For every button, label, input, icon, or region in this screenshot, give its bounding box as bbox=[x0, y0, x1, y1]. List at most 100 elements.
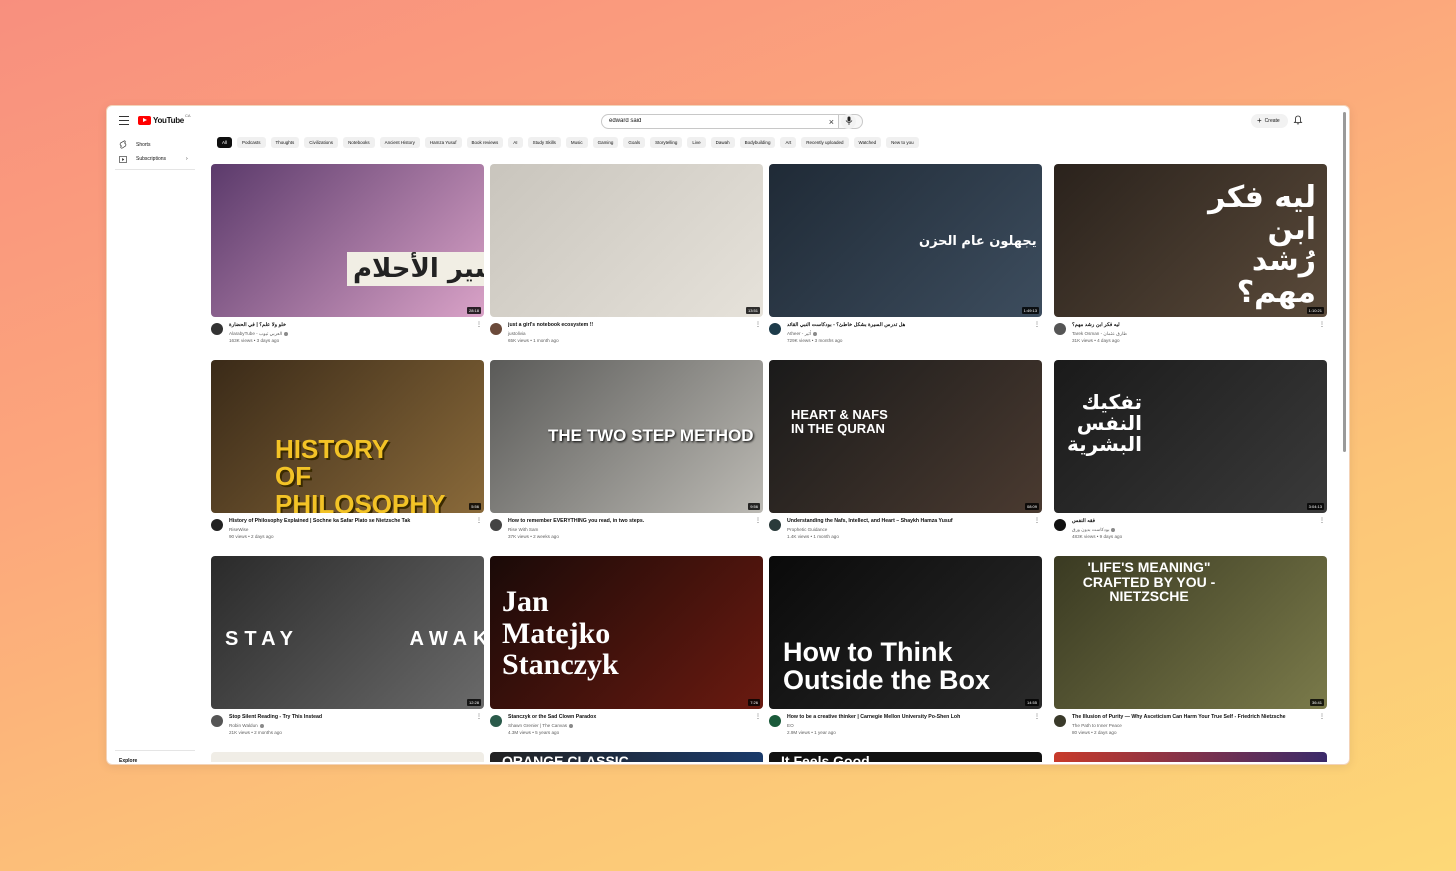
page-scrollbar[interactable] bbox=[1343, 112, 1346, 452]
video-card[interactable]: HISTORY OF PHILOSOPHY 5:56 History of Phil… bbox=[211, 360, 484, 549]
channel-avatar[interactable] bbox=[769, 715, 781, 727]
search-box[interactable]: × bbox=[601, 114, 839, 129]
filter-chip[interactable]: Bodybuilding bbox=[739, 137, 776, 148]
filter-chip[interactable]: Gaming bbox=[592, 137, 619, 148]
video-thumbnail[interactable]: 13:51 bbox=[490, 164, 763, 317]
video-title[interactable]: هل تدرس السيرة بشكل خاطئ؟ - بودكاست النب… bbox=[787, 322, 1032, 328]
video-thumbnail[interactable]: HEART & NAFS IN THE QURAN 08:09 bbox=[769, 360, 1042, 513]
filter-chip[interactable]: Music bbox=[565, 137, 588, 148]
video-card[interactable]: STAY AWAKE 12:28 Stop Silent Reading - Try… bbox=[211, 556, 484, 745]
more-options-icon[interactable]: ⋮ bbox=[755, 518, 761, 524]
filter-chip[interactable]: Recently uploaded bbox=[801, 137, 849, 148]
video-card[interactable]: THE TWO STEP METHOD 9:56 How to remember E… bbox=[490, 360, 763, 549]
more-options-icon[interactable]: ⋮ bbox=[755, 322, 761, 328]
channel-avatar[interactable] bbox=[211, 519, 223, 531]
more-options-icon[interactable]: ⋮ bbox=[476, 714, 482, 720]
create-button[interactable]: + Create bbox=[1251, 114, 1288, 128]
more-options-icon[interactable]: ⋮ bbox=[1034, 518, 1040, 524]
video-card[interactable]: ليه فكر ابن رُشد مهم؟ 1:10:21 ليه فكر ابن … bbox=[1054, 164, 1327, 353]
filter-chip[interactable]: Civilizations bbox=[304, 137, 339, 148]
more-options-icon[interactable]: ⋮ bbox=[1319, 518, 1325, 524]
video-title[interactable]: خلو ولا علم؟ | في الحضارة bbox=[229, 322, 474, 328]
video-card[interactable]: تفسير الأحلام 28:18 خلو ولا علم؟ | في الحض… bbox=[211, 164, 484, 353]
video-thumbnail-partial[interactable]: It Feels Good bbox=[769, 752, 1042, 762]
filter-chip[interactable]: New to you bbox=[886, 137, 919, 148]
channel-avatar[interactable] bbox=[1054, 323, 1066, 335]
filter-chip[interactable]: Book reviews bbox=[466, 137, 504, 148]
video-card[interactable]: 'LIFE'S MEANING" CRAFTED BY YOU - NIETZS… bbox=[1054, 556, 1327, 745]
channel-name[interactable]: AlarabyTube - العربي تيوب bbox=[229, 331, 289, 337]
filter-chip[interactable]: Podcasts bbox=[237, 137, 266, 148]
hamburger-menu-icon[interactable] bbox=[119, 116, 129, 125]
filter-chip[interactable]: AI bbox=[508, 137, 523, 148]
filter-chip[interactable]: Watched bbox=[853, 137, 882, 148]
filter-chip[interactable]: Study Skills bbox=[527, 137, 561, 148]
notifications-bell-icon[interactable] bbox=[1293, 115, 1303, 125]
channel-name[interactable]: Shawn Grenier | The Canvas bbox=[508, 723, 574, 728]
video-title[interactable]: The Illusion of Purity — Why Asceticism … bbox=[1072, 714, 1317, 720]
video-thumbnail[interactable]: Jan Matejko Stanczyk 7:26 bbox=[490, 556, 763, 709]
video-card[interactable]: HEART & NAFS IN THE QURAN 08:09 Understand… bbox=[769, 360, 1042, 549]
video-thumbnail-partial[interactable]: ORANGE CLASSIC bbox=[490, 752, 763, 762]
video-thumbnail[interactable]: 'LIFE'S MEANING" CRAFTED BY YOU - NIETZS… bbox=[1054, 556, 1327, 709]
filter-chip[interactable]: Goals bbox=[623, 137, 646, 148]
video-title[interactable]: just a girl's notebook ecosystem !! bbox=[508, 322, 753, 328]
more-options-icon[interactable]: ⋮ bbox=[1319, 322, 1325, 328]
channel-name[interactable]: The Path to Inner Peace bbox=[1072, 723, 1122, 728]
more-options-icon[interactable]: ⋮ bbox=[1034, 322, 1040, 328]
filter-chip[interactable]: Hamza Yusuf bbox=[424, 137, 462, 148]
video-thumbnail-partial[interactable] bbox=[1054, 752, 1327, 762]
sidebar-item-shorts[interactable]: Shorts bbox=[119, 140, 150, 149]
video-thumbnail[interactable]: ليه فكر ابن رُشد مهم؟ 1:10:21 bbox=[1054, 164, 1327, 317]
video-title[interactable]: ليه فكر ابن رشد مهم؟ bbox=[1072, 322, 1317, 328]
channel-avatar[interactable] bbox=[490, 715, 502, 727]
video-thumbnail[interactable]: THE TWO STEP METHOD 9:56 bbox=[490, 360, 763, 513]
channel-avatar[interactable] bbox=[211, 323, 223, 335]
filter-chip[interactable]: Thoughts bbox=[270, 137, 300, 148]
more-options-icon[interactable]: ⋮ bbox=[476, 518, 482, 524]
video-title[interactable]: How to be a creative thinker | Carnegie … bbox=[787, 714, 1032, 720]
filter-chip[interactable]: Storytelling bbox=[650, 137, 683, 148]
video-title[interactable]: Stanczyk or the Sad Clown Paradox bbox=[508, 714, 753, 720]
more-options-icon[interactable]: ⋮ bbox=[1319, 714, 1325, 720]
more-options-icon[interactable]: ⋮ bbox=[755, 714, 761, 720]
channel-name[interactable]: Rise With Sam bbox=[508, 527, 538, 532]
filter-chip[interactable]: Notebooks bbox=[343, 137, 375, 148]
video-card[interactable]: How to Think Outside the Box 14:55 How to … bbox=[769, 556, 1042, 745]
video-card[interactable]: Jan Matejko Stanczyk 7:26 Stanczyk or the … bbox=[490, 556, 763, 745]
channel-name[interactable]: EO bbox=[787, 723, 794, 728]
channel-avatar[interactable] bbox=[769, 323, 781, 335]
channel-name[interactable]: Tarek Osman - طارق عثمان bbox=[1072, 331, 1127, 337]
video-card[interactable]: تفكيك النفس البشرية 3:04:13 فقه النفس بودكا… bbox=[1054, 360, 1327, 549]
video-thumbnail[interactable]: تفكيك النفس البشرية 3:04:13 bbox=[1054, 360, 1327, 513]
channel-avatar[interactable] bbox=[769, 519, 781, 531]
channel-name[interactable]: Prophetic Guidance bbox=[787, 527, 827, 532]
filter-chip[interactable]: All bbox=[217, 137, 233, 148]
filter-chip[interactable]: Live bbox=[687, 137, 706, 148]
more-options-icon[interactable]: ⋮ bbox=[476, 322, 482, 328]
channel-avatar[interactable] bbox=[1054, 715, 1066, 727]
filter-chip[interactable]: Ancient History bbox=[379, 137, 420, 148]
microphone-icon[interactable] bbox=[845, 116, 853, 126]
video-thumbnail[interactable]: تفسير الأحلام 28:18 bbox=[211, 164, 484, 317]
video-title[interactable]: How to remember EVERYTHING you read, in … bbox=[508, 518, 753, 524]
channel-name[interactable]: Robin Waldun bbox=[229, 723, 264, 728]
channel-name[interactable]: justolivia bbox=[508, 331, 526, 336]
video-thumbnail[interactable]: STAY AWAKE 12:28 bbox=[211, 556, 484, 709]
channel-name[interactable]: Atheer - أثير bbox=[787, 331, 818, 337]
more-options-icon[interactable]: ⋮ bbox=[1034, 714, 1040, 720]
video-card[interactable]: شباب اليوم يجهلون عام الحزن 1:49:13 هل تدر… bbox=[769, 164, 1042, 353]
channel-avatar[interactable] bbox=[490, 519, 502, 531]
filter-chip[interactable]: Art bbox=[780, 137, 797, 148]
channel-name[interactable]: بودكاست بدون ورق bbox=[1072, 527, 1116, 533]
video-title[interactable]: History of Philosophy Explained | Sochne… bbox=[229, 518, 474, 524]
video-title[interactable]: Stop Silent Reading - Try This Instead bbox=[229, 714, 474, 720]
video-card[interactable]: 13:51 just a girl's notebook ecosystem !!… bbox=[490, 164, 763, 353]
video-title[interactable]: Understanding the Nafs, Intellect, and H… bbox=[787, 518, 1032, 524]
video-thumbnail[interactable]: HISTORY OF PHILOSOPHY 5:56 bbox=[211, 360, 484, 513]
video-thumbnail[interactable]: شباب اليوم يجهلون عام الحزن 1:49:13 bbox=[769, 164, 1042, 317]
filter-chip[interactable]: Dawah bbox=[710, 137, 735, 148]
channel-avatar[interactable] bbox=[490, 323, 502, 335]
video-thumbnail-partial[interactable] bbox=[211, 752, 484, 762]
youtube-logo[interactable]: YouTube CA bbox=[138, 113, 191, 125]
